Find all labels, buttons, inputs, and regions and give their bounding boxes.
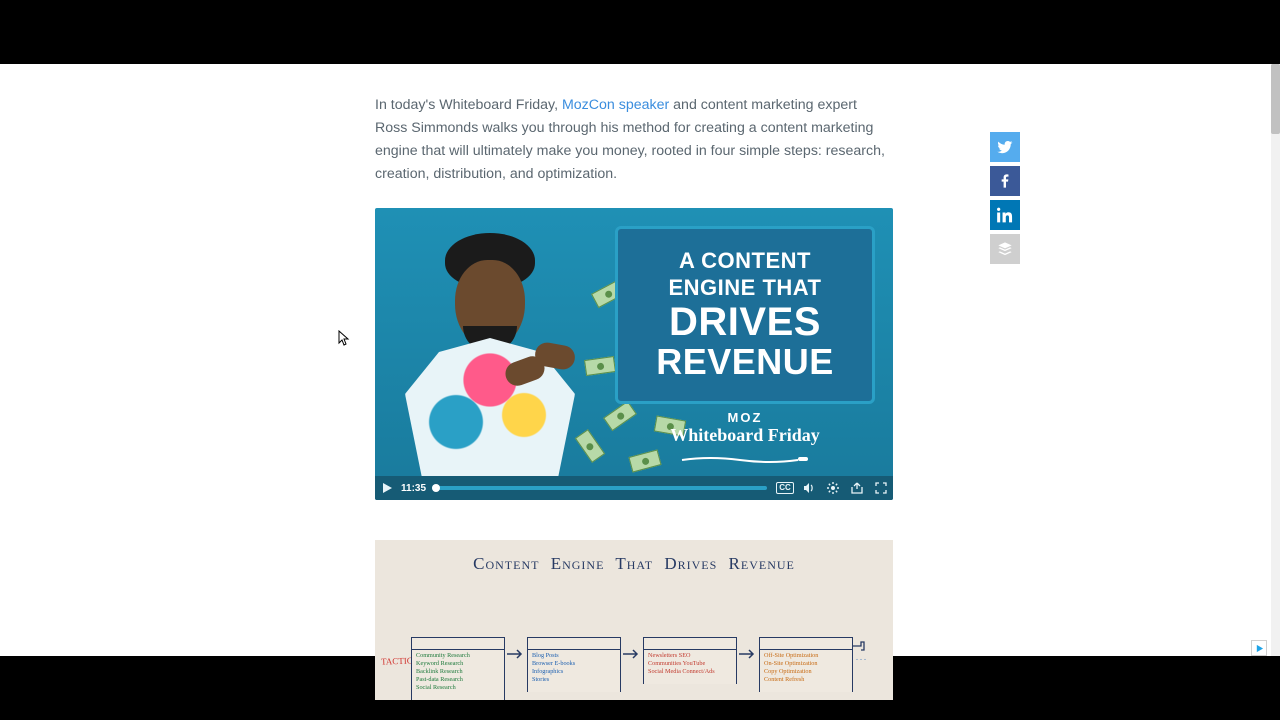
whiteboard-box-item: Browser E-books	[532, 660, 616, 668]
water-drops-icon: ∙ ∙ ∙	[856, 656, 866, 663]
play-button[interactable]	[375, 476, 399, 500]
whiteboard-box-item: Copy Optimization	[764, 668, 848, 676]
whiteboard-friday-text: Whiteboard Friday	[615, 425, 875, 446]
faucet-icon	[852, 640, 866, 654]
whiteboard-box-item: Blog Posts	[532, 652, 616, 660]
buffer-share-button[interactable]	[990, 234, 1020, 264]
arrow-icon	[506, 646, 524, 656]
whiteboard-box: Newsletters SEOCommunities YouTubeSocial…	[643, 637, 737, 684]
title-line-2: ENGINE THAT	[656, 276, 834, 299]
whiteboard-box: Community ResearchKeyword ResearchBackli…	[411, 637, 505, 700]
whiteboard-box-item: Past-data Research	[416, 676, 500, 684]
intro-paragraph: In today's Whiteboard Friday, MozCon spe…	[375, 94, 893, 186]
title-line-1: A CONTENT	[656, 249, 834, 272]
whiteboard-box-item: Social Research	[416, 684, 500, 692]
mouse-cursor-icon	[338, 330, 350, 346]
scrollbar-thumb[interactable]	[1271, 64, 1280, 134]
intro-text-before: In today's Whiteboard Friday,	[375, 97, 562, 113]
mozcon-speaker-link[interactable]: MozCon speaker	[562, 97, 669, 113]
scrollbar-track[interactable]	[1271, 64, 1280, 656]
presenter-illustration	[385, 218, 595, 478]
whiteboard-box-item: Community Research	[416, 652, 500, 660]
whiteboard-friday-brand: MOZ Whiteboard Friday	[615, 410, 875, 458]
whiteboard-box: Blog PostsBrowser E-booksInfographicsSto…	[527, 637, 621, 692]
whiteboard-title: Content Engine That Drives Revenue	[375, 540, 893, 574]
video-controls: 11:35 CC	[375, 476, 893, 500]
whiteboard-box-item: Stories	[532, 676, 616, 684]
arrow-icon	[622, 646, 640, 656]
whiteboard-box-item: Content Refresh	[764, 676, 848, 684]
letterbox-top	[0, 0, 1280, 64]
whiteboard-box-item: Keyword Research	[416, 660, 500, 668]
whiteboard-box-item: On-Site Optimization	[764, 660, 848, 668]
whiteboard-still[interactable]: Content Engine That Drives Revenue TACTI…	[375, 540, 893, 700]
fullscreen-button[interactable]	[869, 476, 893, 500]
whiteboard-box-item: Infographics	[532, 668, 616, 676]
video-duration: 11:35	[401, 483, 426, 494]
twitter-share-button[interactable]	[990, 132, 1020, 162]
ad-indicator[interactable]	[1251, 640, 1267, 656]
volume-button[interactable]	[797, 476, 821, 500]
linkedin-share-button[interactable]	[990, 200, 1020, 230]
page-content: In today's Whiteboard Friday, MozCon spe…	[0, 64, 1271, 656]
whiteboard-box-item: Communities YouTube	[648, 660, 732, 668]
whiteboard-box-item: Social Media Connect/Ads	[648, 668, 732, 676]
whiteboard-box-item: Off-Site Optimization	[764, 652, 848, 660]
captions-button[interactable]: CC	[773, 476, 797, 500]
video-progress-handle[interactable]	[432, 484, 440, 492]
money-icon	[584, 356, 616, 376]
whiteboard-box-item: Newsletters SEO	[648, 652, 732, 660]
arrow-icon	[738, 646, 756, 656]
moz-logo-text: MOZ	[615, 410, 875, 425]
article-body: In today's Whiteboard Friday, MozCon spe…	[375, 94, 893, 700]
whiteboard-boxes-row: Community ResearchKeyword ResearchBackli…	[411, 637, 883, 700]
share-button[interactable]	[845, 476, 869, 500]
whiteboard-box-item: Backlink Research	[416, 668, 500, 676]
settings-button[interactable]	[821, 476, 845, 500]
social-share-bar	[990, 132, 1020, 268]
video-player[interactable]: A CONTENT ENGINE THAT DRIVES REVENUE MOZ…	[375, 208, 893, 500]
title-line-3: DRIVES	[656, 301, 834, 343]
facebook-share-button[interactable]	[990, 166, 1020, 196]
video-progress-track[interactable]	[432, 486, 767, 490]
whiteboard-box: Off-Site OptimizationOn-Site Optimizatio…	[759, 637, 853, 692]
video-title-card: A CONTENT ENGINE THAT DRIVES REVENUE	[615, 226, 875, 404]
title-line-4: REVENUE	[656, 343, 834, 381]
